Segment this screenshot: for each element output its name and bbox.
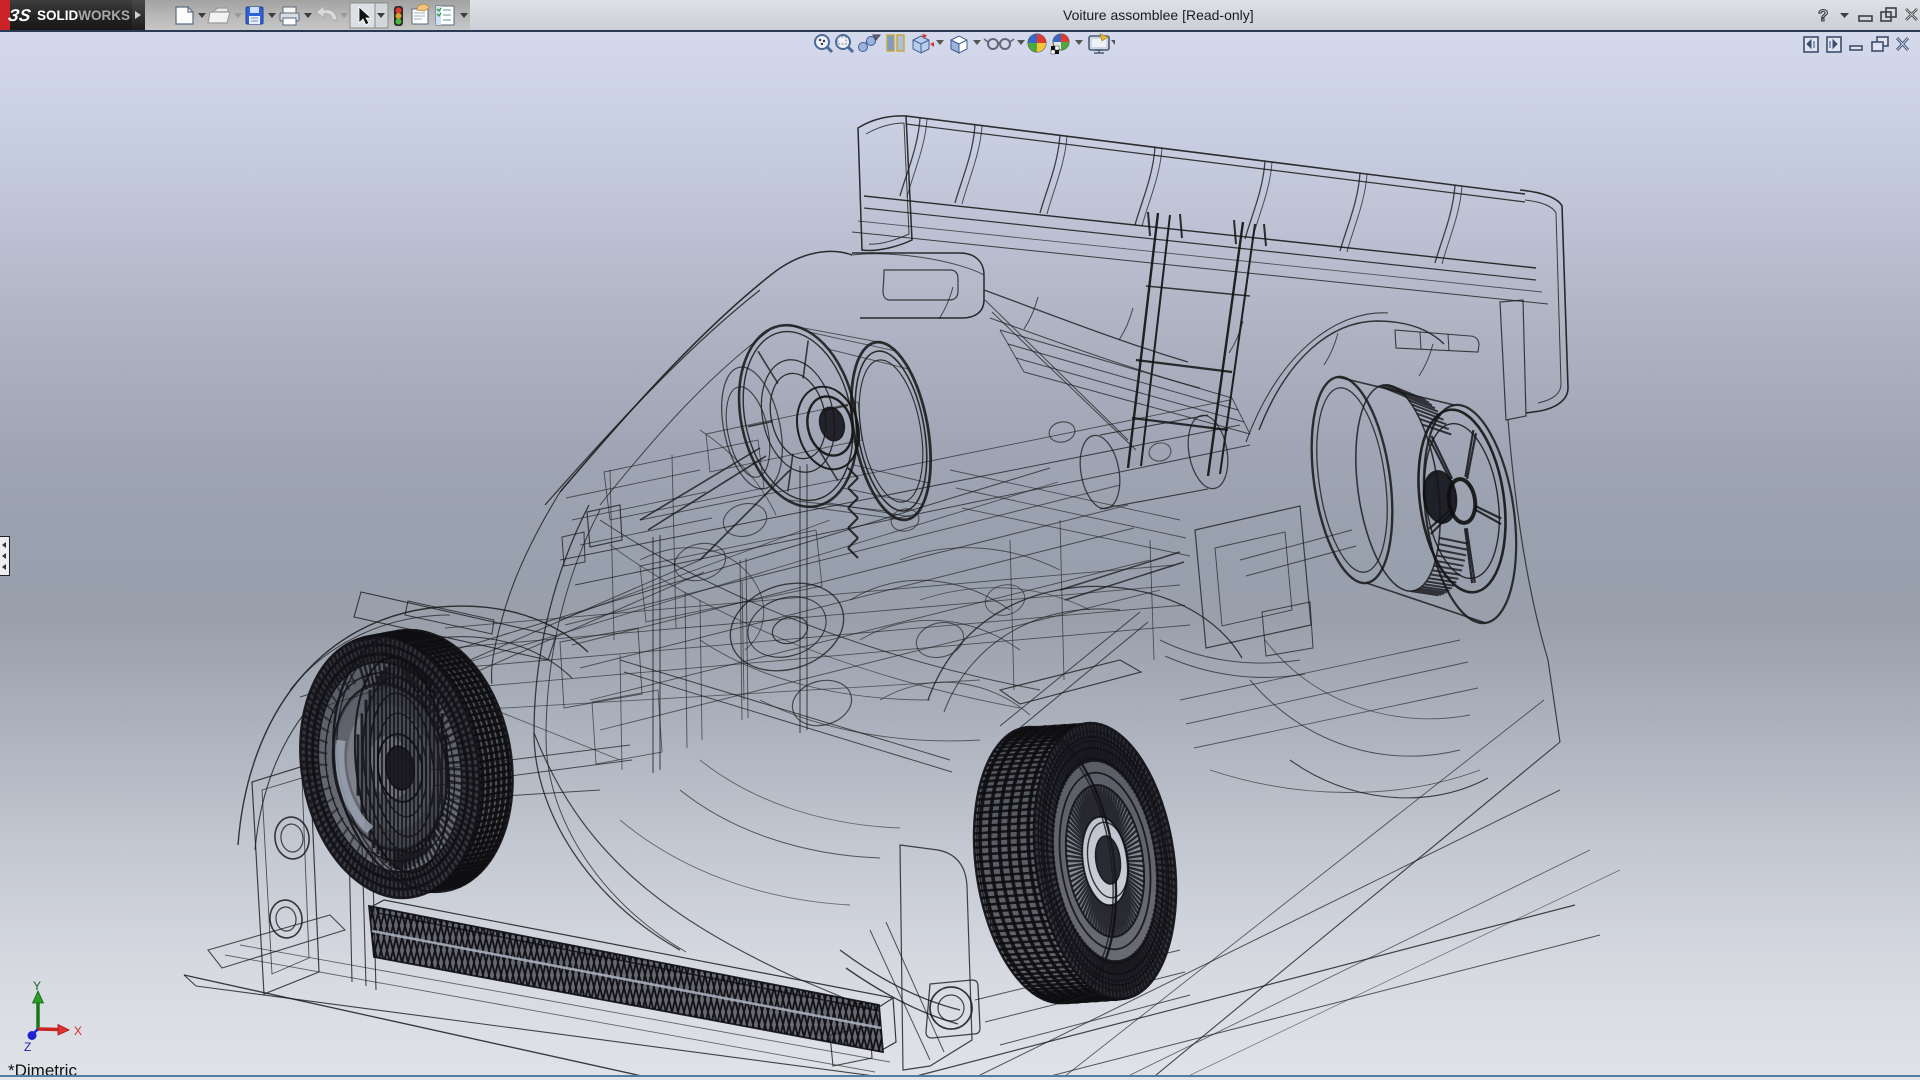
svg-text:Y: Y xyxy=(33,979,41,993)
svg-text:SOLIDWORKS: SOLIDWORKS xyxy=(37,8,130,23)
svg-text:Z: Z xyxy=(24,1040,31,1054)
svg-text:?: ? xyxy=(1818,6,1828,25)
svg-text:ЗS: ЗS xyxy=(7,5,33,25)
svg-text:X: X xyxy=(74,1024,82,1038)
